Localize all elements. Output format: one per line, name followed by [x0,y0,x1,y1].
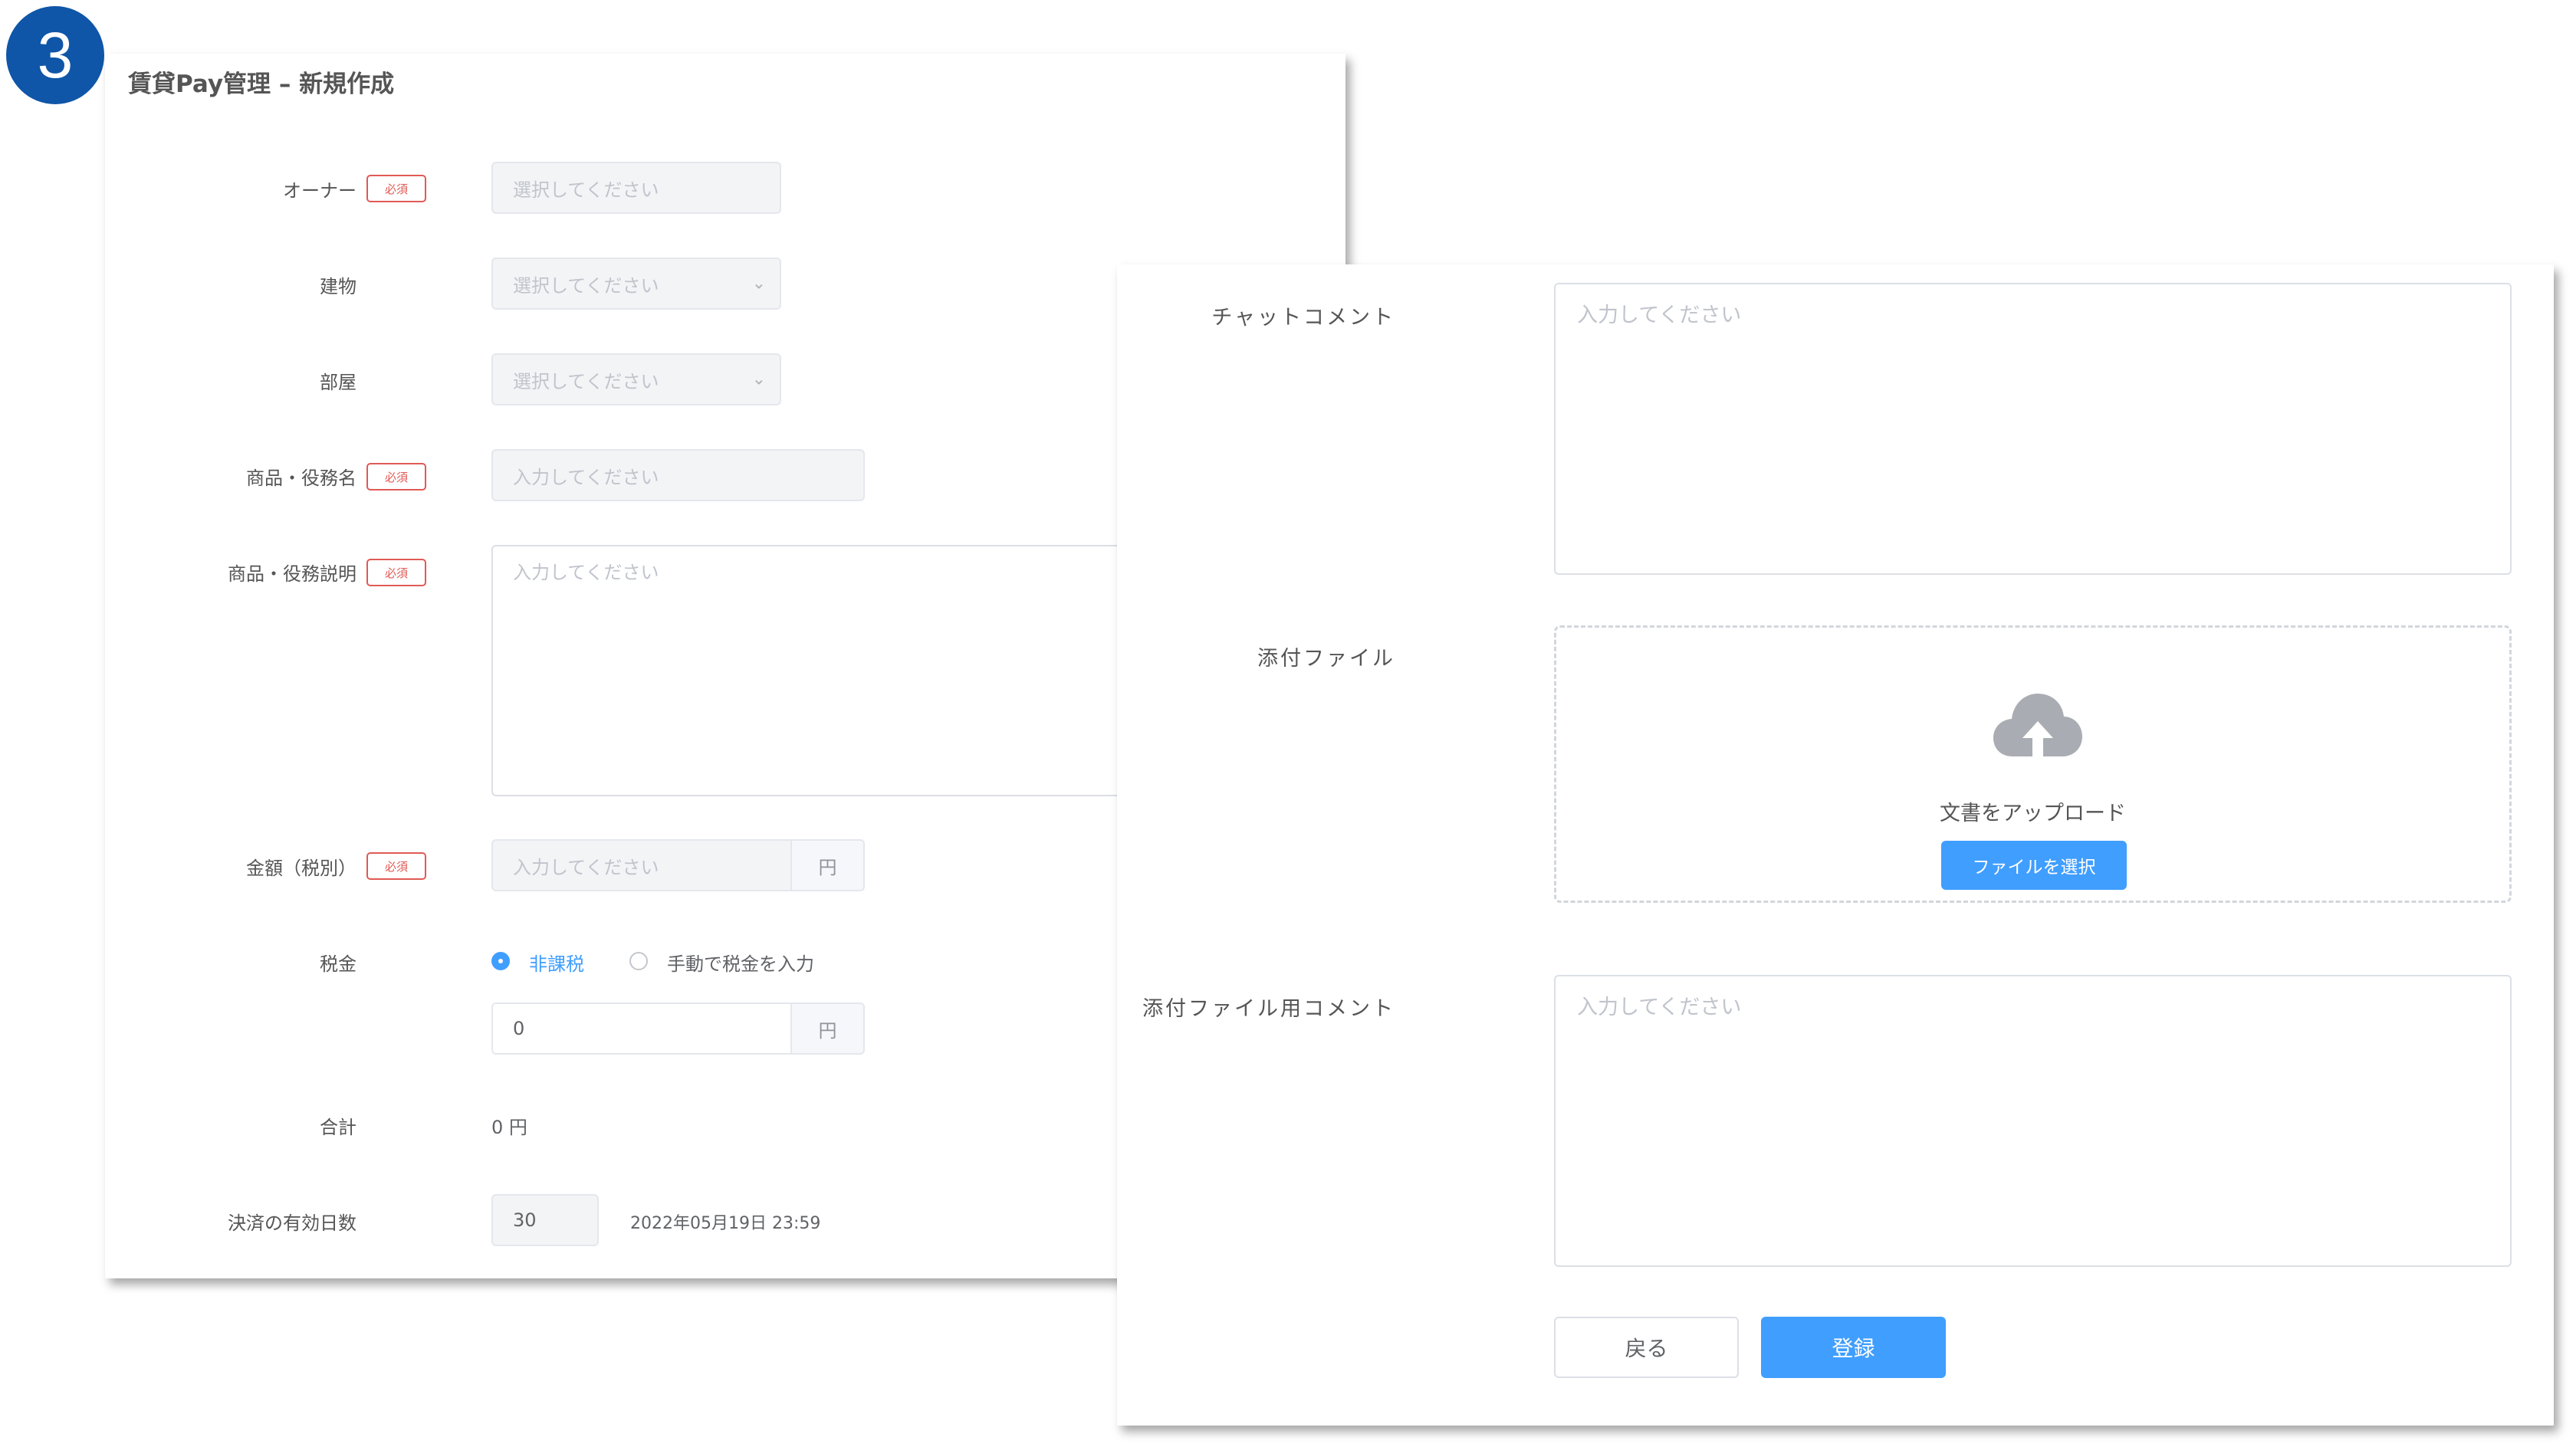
choose-file-button[interactable]: ファイルを選択 [1941,841,2127,890]
room-label: 部屋 [320,372,356,393]
tax-amount-value: 0 [513,1018,525,1039]
payment-days-label: 決済の有効日数 [228,1212,356,1234]
upload-text: 文書をアップロード [1940,802,2126,825]
radio-non-taxable-label[interactable]: 非課税 [529,949,584,976]
amount-placeholder: 入力してください [513,856,659,878]
owner-select[interactable]: 選択してください [491,162,781,214]
product-name-input[interactable]: 入力してください [491,449,865,501]
product-name-label: 商品・役務名 [246,468,356,489]
required-badge: 必須 [366,175,426,202]
page-title: 賃貸Pay管理 – 新規作成 [128,71,395,98]
product-name-placeholder: 入力してください [513,466,659,488]
building-label: 建物 [320,276,356,297]
radio-manual-tax[interactable] [629,952,648,970]
tax-amount-input[interactable]: 0 [491,1002,792,1055]
required-badge: 必須 [366,463,426,491]
attachment-comment-label: 添付ファイル用コメント [1142,997,1395,1021]
attachment-comment-textarea[interactable]: 入力してください [1554,975,2512,1267]
building-select-placeholder: 選択してください [513,274,659,297]
required-badge: 必須 [366,559,426,586]
payment-days-input[interactable]: 30 [491,1194,599,1246]
chevron-down-icon: ⌄ [751,369,766,389]
chat-comment-placeholder: 入力してください [1577,304,1742,327]
submit-button[interactable]: 登録 [1761,1317,1946,1378]
total-value: 0 円 [491,1117,527,1138]
step-badge: 3 [6,6,104,104]
chat-comment-textarea[interactable]: 入力してください [1554,283,2512,575]
owner-select-placeholder: 選択してください [513,179,659,201]
chevron-down-icon: ⌄ [751,274,766,294]
total-label: 合計 [320,1117,356,1138]
product-desc-label: 商品・役務説明 [228,563,356,585]
attachment-label: 添付ファイル [1257,647,1395,671]
back-button[interactable]: 戻る [1554,1317,1739,1378]
room-select-placeholder: 選択してください [513,370,659,392]
attachment-comment-placeholder: 入力してください [1577,996,1742,1019]
room-select[interactable]: 選択してください ⌄ [491,353,781,405]
tax-label: 税金 [320,953,356,975]
upload-dropzone[interactable]: 文書をアップロード ファイルを選択 [1554,625,2512,903]
building-select[interactable]: 選択してください ⌄ [491,258,781,310]
product-desc-textarea[interactable]: 入力してください [491,545,1135,796]
owner-label: オーナー [283,180,356,202]
cloud-upload-icon [1992,691,2084,763]
product-desc-placeholder: 入力してください [513,562,659,583]
payment-deadline: 2022年05月19日 23:59 [630,1214,821,1233]
radio-manual-tax-label[interactable]: 手動で税金を入力 [667,949,814,976]
amount-unit: 円 [790,839,865,891]
tax-unit: 円 [790,1002,865,1055]
required-badge: 必須 [366,852,426,880]
payment-days-value: 30 [513,1209,537,1231]
amount-label: 金額（税別） [246,858,356,879]
chat-comment-label: チャットコメント [1211,306,1395,330]
amount-input[interactable]: 入力してください [491,839,792,891]
radio-non-taxable[interactable] [491,952,510,970]
